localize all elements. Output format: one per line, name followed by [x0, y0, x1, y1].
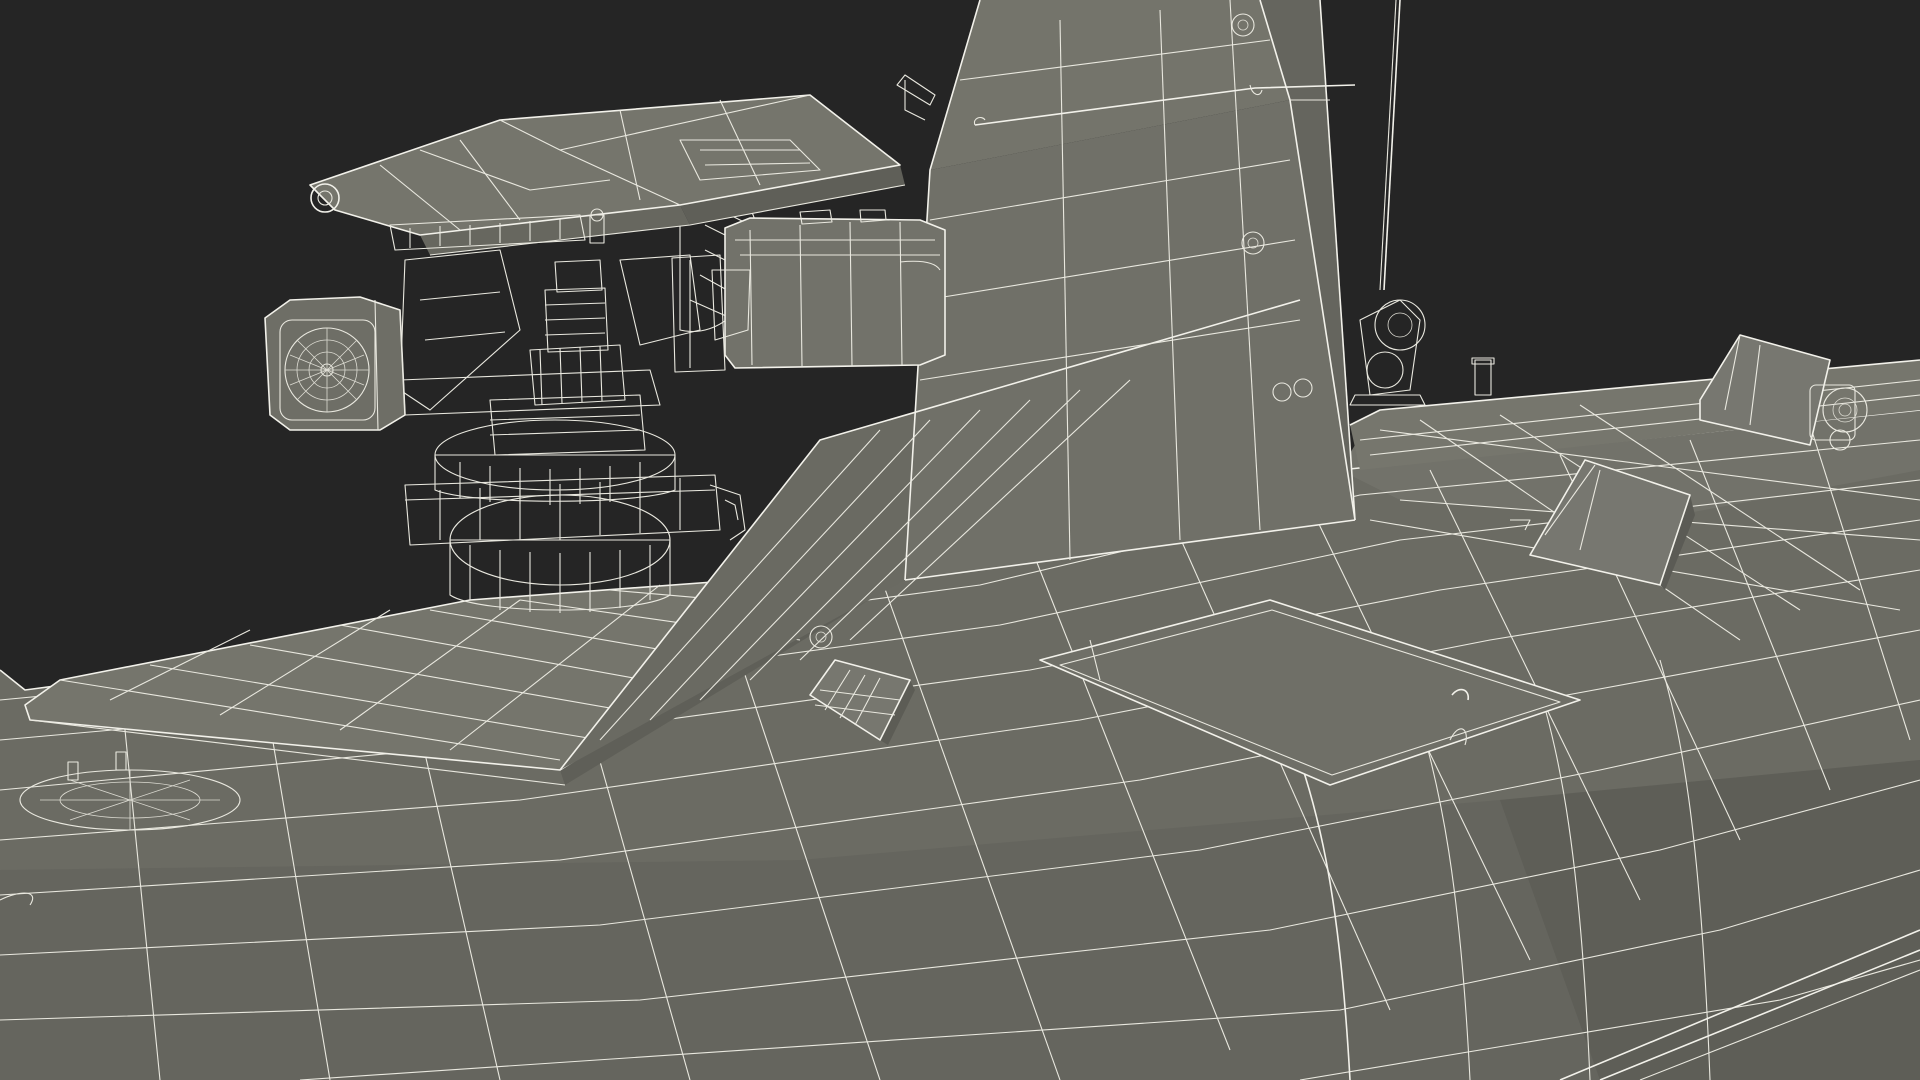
- ammo-box: [671, 209, 946, 373]
- sensor-camera-housing: [264, 296, 406, 431]
- antenna-mount: [1349, 299, 1495, 406]
- wireframe-render: [0, 0, 1920, 1080]
- antenna-whip: [1379, 0, 1401, 291]
